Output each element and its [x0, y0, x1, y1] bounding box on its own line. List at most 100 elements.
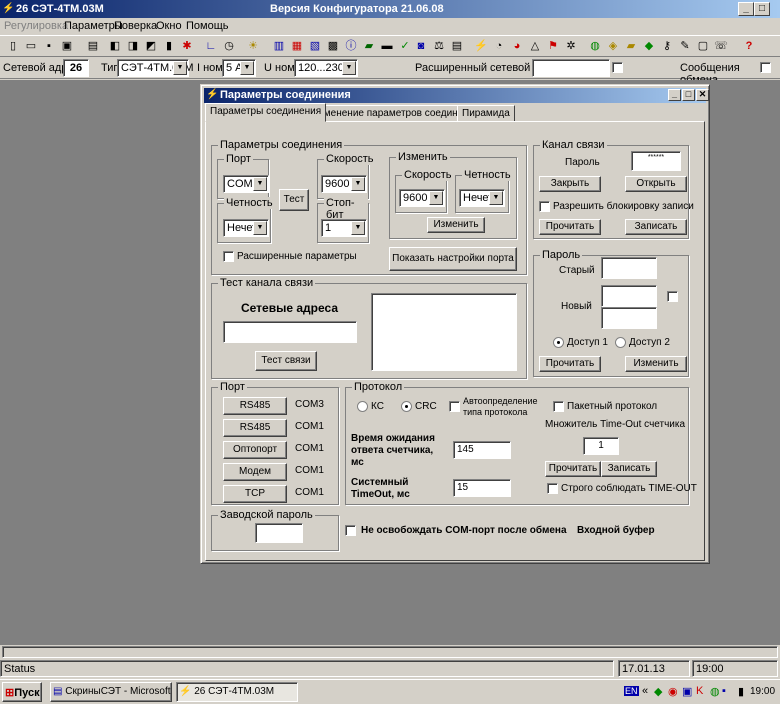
open-icon[interactable]: ▭	[24, 39, 38, 53]
triangle-icon[interactable]: △	[528, 39, 542, 53]
old-password-field[interactable]	[601, 257, 657, 279]
port-modem-button[interactable]: Модем	[223, 463, 287, 481]
keep-port-checkbox[interactable]	[345, 525, 356, 536]
language-indicator[interactable]: EN	[624, 686, 639, 696]
multiplier-field[interactable]: 1	[583, 437, 619, 455]
confirm-password-field[interactable]	[601, 307, 657, 329]
pencil-icon[interactable]: ✎	[678, 39, 692, 53]
network-addresses-input[interactable]	[223, 321, 357, 343]
allow-block-checkbox[interactable]	[539, 201, 550, 212]
shield-icon[interactable]: ◆	[642, 39, 656, 53]
extended-address-checkbox[interactable]	[612, 62, 623, 73]
system-timeout-field[interactable]: 15	[453, 479, 511, 497]
menu-window[interactable]: Окно	[156, 20, 182, 32]
channel-password-field[interactable]: ******	[631, 151, 681, 171]
test-button[interactable]: Тест	[279, 189, 309, 211]
start-button[interactable]: ⊞Пуск	[2, 682, 42, 702]
show-password-checkbox[interactable]	[667, 291, 678, 302]
chevron-down-icon[interactable]: ▼	[253, 221, 267, 235]
palette-icon[interactable]: ◈	[606, 39, 620, 53]
phone-icon[interactable]: ☏	[714, 39, 728, 53]
chip-icon[interactable]: ◙	[414, 39, 428, 53]
exchange-messages-checkbox[interactable]	[760, 62, 771, 73]
tray-volume-icon[interactable]: ▪	[722, 685, 726, 697]
channel-write-button[interactable]: Записать	[625, 219, 687, 235]
tray-arrows-icon[interactable]: «	[642, 685, 648, 697]
type-select[interactable]: СЭТ-4ТМ.03М ▼	[117, 59, 194, 77]
show-port-settings-button[interactable]: Показать настройки порта	[389, 247, 517, 271]
test-output-area[interactable]	[371, 293, 517, 371]
change-parity-select[interactable]: Нечет ▼	[459, 189, 505, 207]
clock-icon[interactable]: ◷	[222, 39, 236, 53]
tab-pyramid[interactable]: Пирамида	[457, 105, 515, 122]
taskbar-word-button[interactable]: ▤ СкриныСЭТ - Microsoft ...	[50, 682, 172, 702]
menu-verification[interactable]: Поверка	[114, 20, 157, 32]
menu-regulation[interactable]: Регулировка	[4, 20, 68, 32]
chevron-down-icon[interactable]: ▼	[489, 191, 503, 205]
protocol-read-button[interactable]: Прочитать	[545, 461, 601, 477]
chevron-down-icon[interactable]: ▼	[173, 61, 187, 75]
dialog-minimize-button[interactable]: _	[668, 89, 681, 101]
tray-power-icon[interactable]: ▮	[738, 685, 744, 698]
port-select[interactable]: COM3 ▼	[223, 175, 269, 193]
access2-radio[interactable]	[615, 337, 626, 348]
sun-icon[interactable]: ☀	[246, 39, 260, 53]
chevron-down-icon[interactable]: ▼	[253, 177, 267, 191]
taskbar-app-button[interactable]: ⚡ 26 СЭТ-4ТМ.03М	[176, 682, 298, 702]
chevron-down-icon[interactable]: ▼	[429, 191, 443, 205]
tray-update-icon[interactable]: ◍	[710, 685, 720, 698]
copy-icon[interactable]: ◨	[126, 39, 140, 53]
cut-icon[interactable]: ◧	[108, 39, 122, 53]
tools-icon[interactable]: ✲	[564, 39, 578, 53]
tray-network-icon[interactable]: ◆	[654, 685, 662, 698]
new-password-field[interactable]	[601, 285, 657, 307]
save-icon[interactable]: ▪	[42, 39, 56, 53]
minimize-button[interactable]: _	[738, 2, 754, 16]
window-icon[interactable]: ▢	[696, 39, 710, 53]
info-icon[interactable]: ⓘ	[344, 39, 358, 53]
open-channel-button[interactable]: Открыть	[625, 176, 687, 192]
crc-radio[interactable]	[401, 401, 412, 412]
check-icon[interactable]: ✓	[398, 39, 412, 53]
extended-params-checkbox[interactable]	[223, 251, 234, 262]
timer-icon[interactable]: ◔	[492, 39, 506, 53]
password-read-button[interactable]: Прочитать	[539, 356, 601, 372]
dialog-maximize-button[interactable]: □	[682, 89, 695, 101]
packet-protocol-checkbox[interactable]	[553, 401, 564, 412]
network-address-field[interactable]: 26	[63, 59, 89, 77]
chart-line-icon[interactable]: ∟	[204, 39, 218, 53]
change-button[interactable]: Изменить	[427, 217, 485, 233]
book-icon[interactable]: ▰	[362, 39, 376, 53]
report-icon[interactable]: ▧	[308, 39, 322, 53]
storage-icon[interactable]: ▤	[450, 39, 464, 53]
unom-select[interactable]: 120...230 В ▼	[294, 59, 358, 77]
new-icon[interactable]: ▯	[6, 39, 20, 53]
strict-timeout-checkbox[interactable]	[547, 483, 558, 494]
channel-read-button[interactable]: Прочитать	[539, 219, 601, 235]
scale-icon[interactable]: ⚖	[432, 39, 446, 53]
inom-select[interactable]: 5 А ▼	[222, 59, 256, 77]
dialog-close-button[interactable]: ✕	[696, 89, 709, 101]
speed-select[interactable]: 9600 ▼	[321, 175, 367, 193]
key-icon[interactable]: ⚷	[660, 39, 674, 53]
access1-radio[interactable]	[553, 337, 564, 348]
globe-icon[interactable]: ◍	[588, 39, 602, 53]
password-change-button[interactable]: Изменить	[625, 356, 687, 372]
test-connection-button[interactable]: Тест связи	[255, 351, 317, 371]
kc-radio[interactable]	[357, 401, 368, 412]
autodetect-checkbox[interactable]	[449, 401, 460, 412]
flag-icon[interactable]: ⚑	[546, 39, 560, 53]
maximize-button[interactable]: □	[754, 2, 770, 16]
folder-icon[interactable]: ▰	[624, 39, 638, 53]
monitor-icon[interactable]: ▬	[380, 39, 394, 53]
bottom-scroll[interactable]	[2, 646, 778, 658]
pie-icon[interactable]: ◕	[510, 39, 524, 53]
network-icon[interactable]: ⚡	[474, 39, 488, 53]
menu-help[interactable]: Помощь	[186, 20, 229, 32]
change-speed-select[interactable]: 9600 ▼	[399, 189, 445, 207]
stopbit-select[interactable]: 1 ▼	[321, 219, 367, 237]
table-icon[interactable]: ▩	[326, 39, 340, 53]
tab-connection-params[interactable]: Параметры соединения	[205, 103, 327, 122]
factory-password-field[interactable]	[255, 523, 303, 543]
print-icon[interactable]: ▤	[86, 39, 100, 53]
